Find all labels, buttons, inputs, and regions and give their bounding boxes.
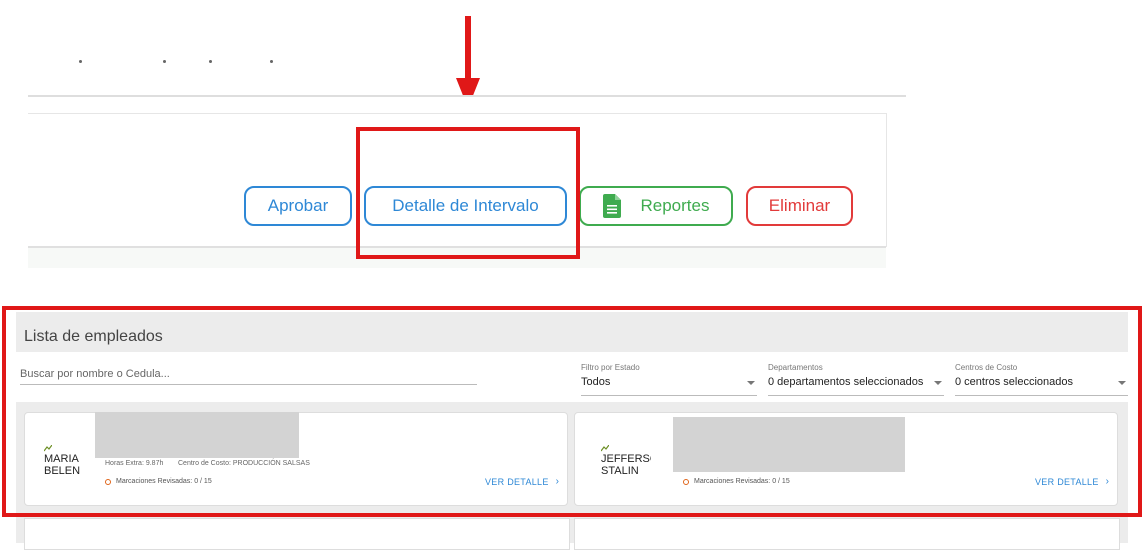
reportes-button[interactable]: Reportes [579, 186, 733, 226]
spreadsheet-icon [602, 194, 621, 218]
eliminar-button[interactable]: Eliminar [746, 186, 853, 226]
employee-card[interactable] [574, 518, 1120, 550]
employee-card[interactable] [24, 518, 570, 550]
reportes-label: Reportes [640, 196, 710, 215]
faint-dots [75, 60, 285, 66]
divider [28, 95, 906, 97]
aprobar-button[interactable]: Aprobar [244, 186, 352, 226]
annotation-highlight-box [356, 127, 580, 259]
annotation-highlight-box [2, 306, 1142, 517]
